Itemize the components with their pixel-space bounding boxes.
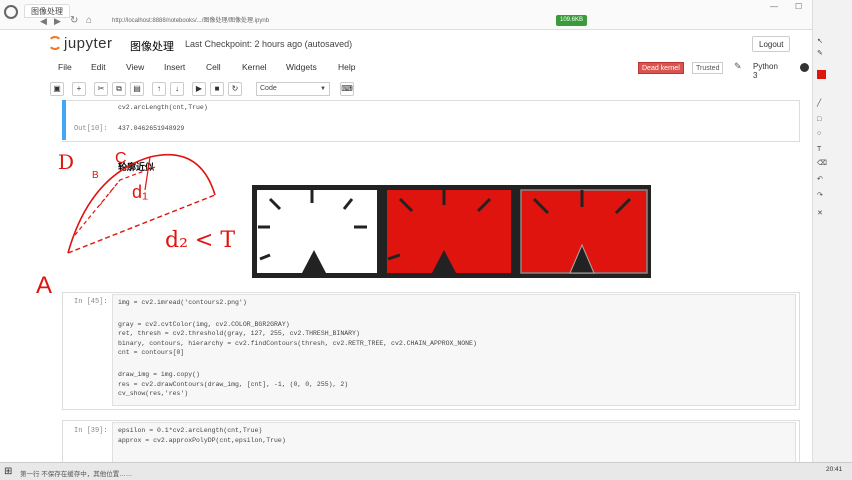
dead-kernel-indicator[interactable]: Dead kernel	[638, 62, 684, 74]
insert-cell-icon[interactable]: +	[72, 82, 86, 96]
download-status-chip[interactable]: 109.6KB	[556, 15, 588, 26]
restart-icon[interactable]: ↻	[228, 82, 242, 96]
code-line[interactable]: cv_show(res,'res')	[118, 389, 188, 399]
browser-bar: 图像处理 ◀ ▶ ↻ ⌂ http://localhost:8888/noteb…	[0, 0, 852, 30]
trusted-indicator[interactable]: Trusted	[692, 62, 724, 74]
cell-type-value: Code	[260, 85, 277, 92]
menubar: File Edit View Insert Cell Kernel Widget…	[50, 60, 809, 80]
clear-tool-icon[interactable]: ✕	[817, 210, 827, 218]
text-tool-icon[interactable]: T	[817, 146, 827, 154]
contour-image-output	[252, 185, 651, 278]
label-B: B	[92, 170, 99, 181]
drawing-tools-strip: ↖ ✎ ╱ □ ○ T ⌫ ↶ ↷ ✕	[812, 0, 852, 462]
taskbar: ⊞ 第一行 不保存在缓存中，其他位置…… 20:41	[0, 462, 852, 480]
code-line[interactable]: ret, thresh = cv2.threshold(gray, 127, 2…	[118, 329, 360, 339]
copy-icon[interactable]: ⧉	[112, 82, 126, 96]
code-line[interactable]: cnt = contours[0]	[118, 348, 184, 358]
taskbar-status: 第一行 不保存在缓存中，其他位置……	[20, 471, 133, 478]
kernel-status-icon	[800, 63, 809, 72]
jupyter-logo-icon	[48, 36, 62, 50]
move-down-icon[interactable]: ↓	[170, 82, 184, 96]
window-minimize-icon[interactable]: —	[770, 2, 778, 11]
stop-icon[interactable]: ■	[210, 82, 224, 96]
code-line[interactable]: approx = cv2.approxPolyDP(cnt,epsilon,Tr…	[118, 436, 286, 446]
label-C: C	[115, 150, 127, 167]
menu-kernel[interactable]: Kernel	[242, 62, 267, 72]
redo-tool-icon[interactable]: ↷	[817, 192, 827, 200]
menu-cell[interactable]: Cell	[206, 62, 221, 72]
label-d1: d₁	[132, 182, 149, 202]
menu-edit[interactable]: Edit	[91, 62, 106, 72]
back-icon[interactable]: ◀	[40, 16, 47, 27]
undo-tool-icon[interactable]: ↶	[817, 176, 827, 184]
code-line[interactable]: draw_img = img.copy()	[118, 370, 200, 380]
jupyter-logo-text: jupyter	[64, 35, 113, 52]
code-line[interactable]: img = cv2.imread('contours2.png')	[118, 298, 247, 308]
menu-help[interactable]: Help	[338, 62, 355, 72]
cell-type-select[interactable]: Code ▼	[256, 82, 330, 96]
save-icon[interactable]: ▣	[50, 82, 64, 96]
browser-tab[interactable]: 图像处理	[24, 4, 70, 18]
start-icon[interactable]: ⊞	[4, 466, 12, 477]
output-prompt: Out[10]:	[74, 125, 108, 133]
label-d2-lt-T: d₂ < T	[165, 228, 235, 253]
label-A: A	[36, 272, 53, 299]
notebook-toolbar: ▣ + ✂ ⧉ ▤ ↑ ↓ ▶ ■ ↻ Code ▼ ⌨	[50, 82, 360, 98]
paste-icon[interactable]: ▤	[130, 82, 144, 96]
code-line[interactable]: epsilon = 0.1*cv2.arcLength(cnt,True)	[118, 426, 262, 436]
line-tool-icon[interactable]: ╱	[817, 100, 827, 108]
code-line[interactable]: cv2.arcLength(cnt,True)	[118, 103, 208, 113]
notebook-title[interactable]: 图像处理	[130, 38, 174, 54]
menu-view[interactable]: View	[126, 62, 144, 72]
menu-insert[interactable]: Insert	[164, 62, 185, 72]
rect-tool-icon[interactable]: □	[817, 116, 827, 124]
refresh-icon[interactable]: ↻	[70, 15, 78, 26]
keyboard-icon[interactable]: ⌨	[340, 82, 354, 96]
circle-tool-icon[interactable]: ○	[817, 130, 827, 138]
clock: 20:41	[826, 466, 843, 473]
red-color-swatch[interactable]	[817, 70, 826, 79]
logout-button[interactable]: Logout	[752, 36, 791, 52]
edit-pencil-icon[interactable]: ✎	[734, 61, 742, 72]
window-maximize-icon[interactable]: ☐	[795, 2, 802, 11]
menu-file[interactable]: File	[58, 62, 72, 72]
cut-icon[interactable]: ✂	[94, 82, 108, 96]
browser-logo-icon[interactable]	[4, 5, 18, 19]
kernel-name: Python 3	[753, 62, 778, 80]
home-icon[interactable]: ⌂	[86, 15, 92, 26]
window-close-icon[interactable]: ✕	[820, 1, 828, 12]
address-bar[interactable]: http://localhost:8888/notebooks/.../图像处理…	[112, 16, 412, 27]
input-prompt: In [45]:	[74, 298, 108, 306]
selected-cell-indicator	[62, 100, 66, 140]
run-icon[interactable]: ▶	[192, 82, 206, 96]
move-up-icon[interactable]: ↑	[152, 82, 166, 96]
notebook-header: jupyter 图像处理 Last Checkpoint: 2 hours ag…	[0, 30, 852, 60]
menu-widgets[interactable]: Widgets	[286, 62, 317, 72]
checkpoint-status: Last Checkpoint: 2 hours ago (autosaved)	[185, 39, 353, 49]
forward-icon[interactable]: ▶	[54, 16, 61, 27]
eraser-tool-icon[interactable]: ⌫	[817, 160, 827, 168]
chevron-down-icon: ▼	[320, 86, 326, 92]
label-D: D	[58, 150, 75, 174]
input-prompt: In [39]:	[74, 427, 108, 435]
output-value: 437.0462651948929	[118, 125, 185, 132]
